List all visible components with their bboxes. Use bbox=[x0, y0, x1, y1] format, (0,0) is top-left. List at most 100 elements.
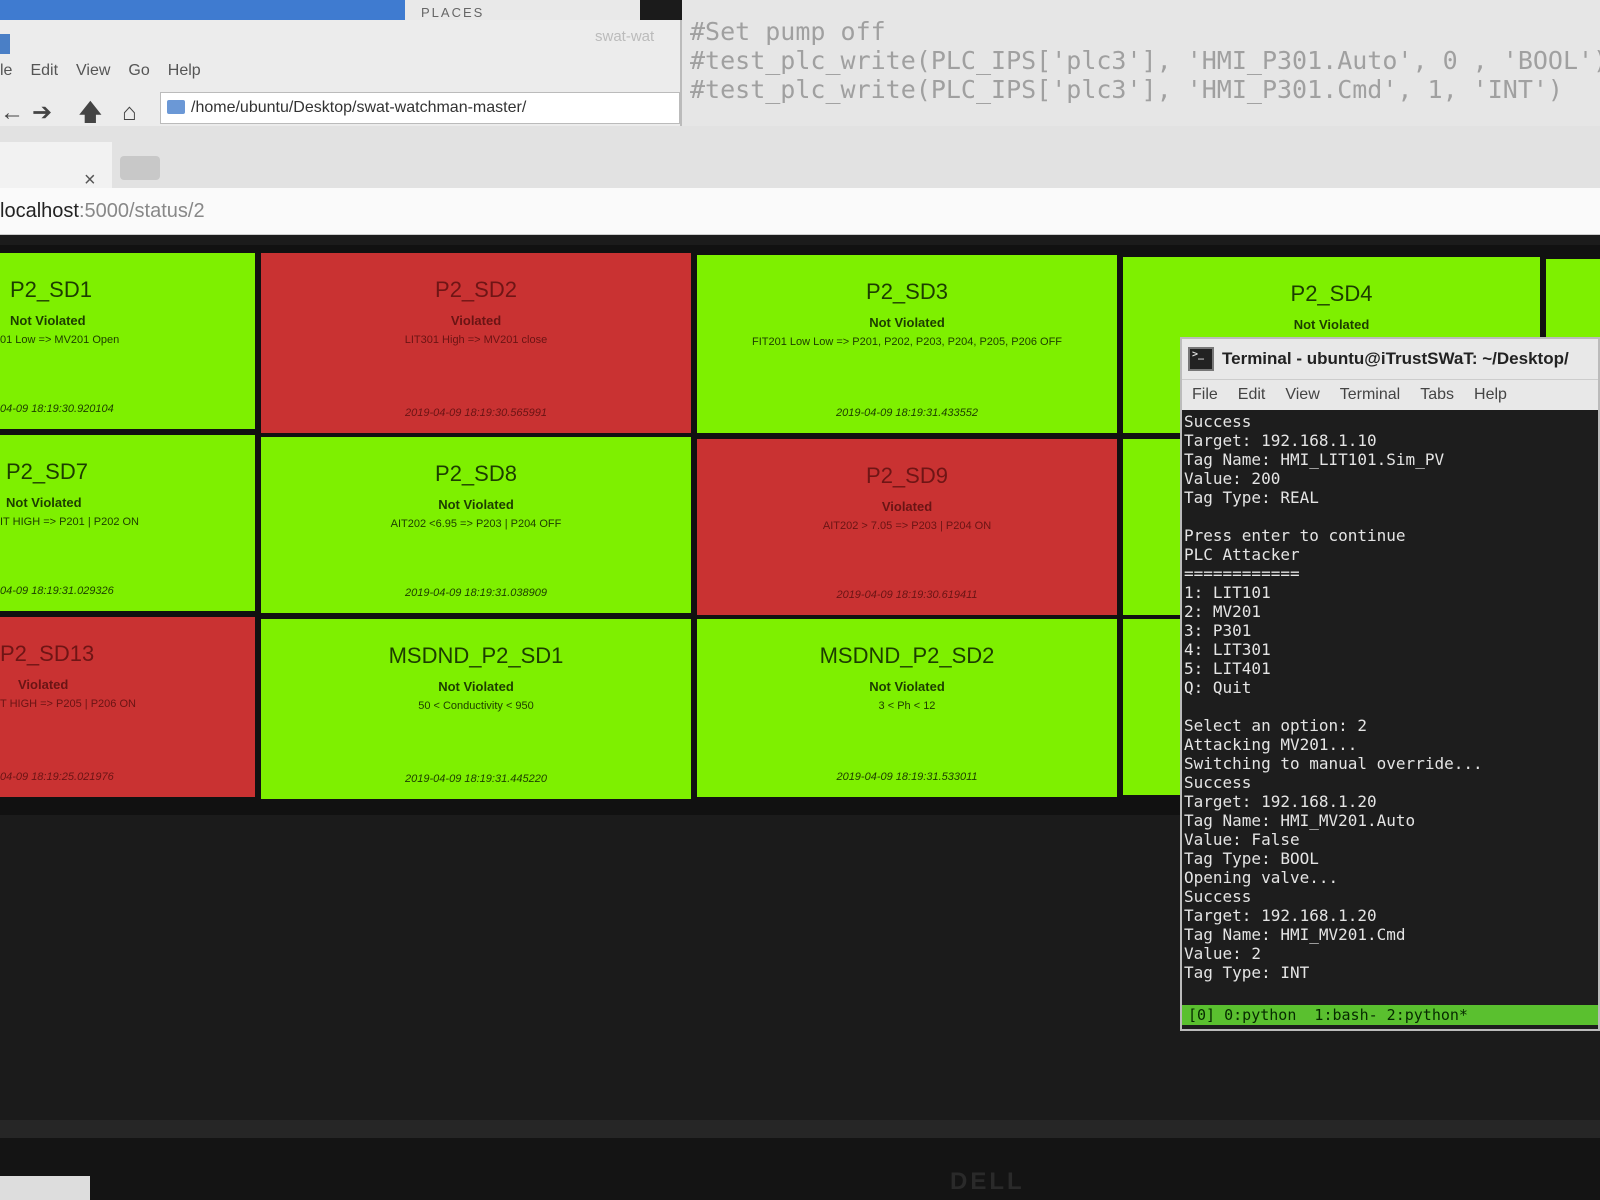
status-card[interactable]: P2_SD1 Not Violated 01 Low => MV201 Open… bbox=[0, 253, 255, 429]
terminal-menu-file[interactable]: File bbox=[1192, 386, 1218, 404]
terminal-line: 2: MV201 bbox=[1184, 602, 1262, 621]
terminal-line: Value: 200 bbox=[1184, 469, 1281, 488]
forward-arrow-icon[interactable]: ➔ bbox=[32, 98, 52, 128]
terminal-menu-tabs[interactable]: Tabs bbox=[1420, 386, 1454, 404]
terminal-menu-edit[interactable]: Edit bbox=[1238, 386, 1266, 404]
terminal-line: Select an option: 2 bbox=[1184, 716, 1368, 735]
file-manager-titlebar-strip bbox=[0, 0, 405, 20]
terminal-line: Target: 192.168.1.10 bbox=[1184, 431, 1377, 450]
terminal-window[interactable]: Terminal - ubuntu@iTrustSWaT: ~/Desktop/… bbox=[1180, 337, 1600, 1031]
card-title: MSDND_P2_SD2 bbox=[819, 643, 995, 668]
status-card[interactable]: MSDND_P2_SD1 Not Violated 50 < Conductiv… bbox=[261, 619, 691, 799]
card-timestamp: 2019-04-09 18:19:31.038909 bbox=[405, 587, 547, 599]
code-editor[interactable]: #Set pump off #test_plc_write(PLC_IPS['pl… bbox=[682, 0, 1600, 126]
card-description: FIT201 Low Low => P201, P202, P203, P204… bbox=[751, 336, 1063, 348]
file-manager-window: swat-wat le Edit View Go Help ← ➔ 🡅 ⌂ /h… bbox=[0, 20, 682, 127]
card-status: Not Violated bbox=[438, 497, 514, 512]
terminal-line: Success bbox=[1184, 773, 1252, 792]
terminal-line: 5: LIT401 bbox=[1184, 659, 1271, 678]
status-card[interactable]: P2_SD3 Not Violated FIT201 Low Low => P2… bbox=[697, 255, 1117, 433]
status-card[interactable]: P2_SD8 Not Violated AIT202 <6.95 => P203… bbox=[261, 437, 691, 613]
card-title: P2_SD8 bbox=[435, 461, 517, 486]
card-status: Not Violated bbox=[869, 315, 945, 330]
terminal-line: ============ bbox=[1184, 564, 1300, 583]
card-timestamp: 2019-04-09 18:19:30.565991 bbox=[405, 407, 547, 419]
terminal-line: Target: 192.168.1.20 bbox=[1184, 906, 1377, 925]
terminal-menu-view[interactable]: View bbox=[1285, 386, 1319, 404]
places-header: PLACES bbox=[405, 0, 640, 20]
monitor-bezel: DELL bbox=[0, 1120, 1600, 1200]
terminal-line: Opening valve... bbox=[1184, 868, 1339, 887]
card-title: P2_SD3 bbox=[866, 279, 948, 304]
terminal-line: Tag Name: HMI_MV201.Auto bbox=[1184, 811, 1416, 830]
back-arrow-icon[interactable]: ← bbox=[0, 98, 24, 128]
terminal-line: Tag Name: HMI_LIT101.Sim_PV bbox=[1184, 450, 1445, 469]
status-card-partial[interactable] bbox=[1123, 439, 1183, 615]
code-line: #test_plc_write(PLC_IPS['plc3'], 'HMI_P3… bbox=[690, 46, 1600, 75]
card-status: Not Violated bbox=[1293, 317, 1370, 332]
card-description: IT HIGH => P201 | P202 ON bbox=[0, 516, 139, 528]
card-description: 3 < Ph < 12 bbox=[878, 700, 936, 712]
menu-help[interactable]: Help bbox=[168, 62, 201, 80]
home-icon[interactable]: ⌂ bbox=[122, 98, 137, 128]
card-status: Violated bbox=[450, 313, 502, 328]
file-manager-app-icon bbox=[0, 34, 10, 54]
terminal-line: Value: 2 bbox=[1184, 944, 1262, 963]
url-path: :5000/status/2 bbox=[78, 200, 205, 222]
card-timestamp: 04-09 18:19:25.021976 bbox=[0, 771, 114, 783]
card-title: P2_SD9 bbox=[866, 463, 948, 488]
status-card[interactable]: MSDND_P2_SD2 Not Violated 3 < Ph < 12 20… bbox=[697, 619, 1117, 797]
terminal-menu-help[interactable]: Help bbox=[1474, 386, 1507, 404]
card-description: LIT301 High => MV201 close bbox=[404, 334, 548, 346]
url-host: localhost bbox=[0, 200, 79, 222]
path-text: /home/ubuntu/Desktop/swat-watchman-maste… bbox=[191, 99, 527, 116]
terminal-line: Success bbox=[1184, 412, 1252, 431]
terminal-titlebar[interactable]: Terminal - ubuntu@iTrustSWaT: ~/Desktop/ bbox=[1182, 339, 1598, 379]
menu-file[interactable]: le bbox=[0, 62, 12, 80]
folder-icon bbox=[167, 100, 185, 114]
terminal-line: Press enter to continue bbox=[1184, 526, 1406, 545]
card-description: 01 Low => MV201 Open bbox=[0, 334, 120, 346]
status-card[interactable]: P2_SD13 Violated T HIGH => P205 | P206 O… bbox=[0, 617, 255, 797]
terminal-line: Switching to manual override... bbox=[1184, 754, 1483, 773]
address-bar[interactable]: localhost:5000/status/2 bbox=[0, 188, 1600, 235]
menu-view[interactable]: View bbox=[76, 62, 110, 80]
terminal-menubar: File Edit View Terminal Tabs Help bbox=[1182, 379, 1598, 410]
new-tab-button[interactable] bbox=[120, 156, 160, 180]
file-manager-title: swat-wat bbox=[595, 28, 655, 45]
card-description: 50 < Conductivity < 950 bbox=[418, 700, 534, 712]
tmux-status-bar: [0] 0:python 1:bash- 2:python* bbox=[1182, 1005, 1598, 1025]
card-description: T HIGH => P205 | P206 ON bbox=[0, 698, 136, 710]
path-input[interactable]: /home/ubuntu/Desktop/swat-watchman-maste… bbox=[160, 92, 680, 124]
card-title: P2_SD1 bbox=[10, 277, 92, 302]
terminal-line: Q: Quit bbox=[1184, 678, 1252, 697]
card-timestamp: 2019-04-09 18:19:30.619411 bbox=[836, 589, 978, 601]
status-card[interactable]: P2_SD7 Not Violated IT HIGH => P201 | P2… bbox=[0, 435, 255, 611]
terminal-line: 1: LIT101 bbox=[1184, 583, 1271, 602]
card-status: Violated bbox=[881, 499, 933, 514]
terminal-line: Tag Type: INT bbox=[1184, 963, 1310, 982]
bezel-sticker bbox=[0, 1176, 90, 1200]
menu-edit[interactable]: Edit bbox=[30, 62, 58, 80]
status-card-partial[interactable] bbox=[1123, 619, 1183, 795]
status-card[interactable]: P2_SD2 Violated LIT301 High => MV201 clo… bbox=[261, 253, 691, 433]
card-title: P2_SD13 bbox=[0, 641, 95, 666]
terminal-menu-terminal[interactable]: Terminal bbox=[1340, 386, 1400, 404]
terminal-line: Tag Type: BOOL bbox=[1184, 849, 1319, 868]
status-card[interactable]: P2_SD9 Violated AIT202 > 7.05 => P203 | … bbox=[697, 439, 1117, 615]
card-timestamp: 2019-04-09 18:19:31.433552 bbox=[836, 407, 978, 419]
code-line: #test_plc_write(PLC_IPS['plc3'], 'HMI_P3… bbox=[690, 75, 1563, 104]
menu-go[interactable]: Go bbox=[128, 62, 149, 80]
card-status: Not Violated bbox=[869, 679, 945, 694]
terminal-line: Target: 192.168.1.20 bbox=[1184, 792, 1377, 811]
card-timestamp: 2019-04-09 18:19:31.533011 bbox=[836, 771, 978, 783]
browser-tab-strip: × bbox=[0, 126, 1600, 191]
browser-tab[interactable]: × bbox=[0, 142, 112, 191]
card-timestamp: 2019-04-09 18:19:31.445220 bbox=[405, 773, 547, 785]
up-arrow-icon[interactable]: 🡅 bbox=[78, 98, 103, 128]
terminal-line: PLC Attacker bbox=[1184, 545, 1300, 564]
terminal-output[interactable]: Success Target: 192.168.1.10 Tag Name: HMI… bbox=[1182, 410, 1598, 1000]
code-line: #Set pump off bbox=[690, 17, 886, 46]
